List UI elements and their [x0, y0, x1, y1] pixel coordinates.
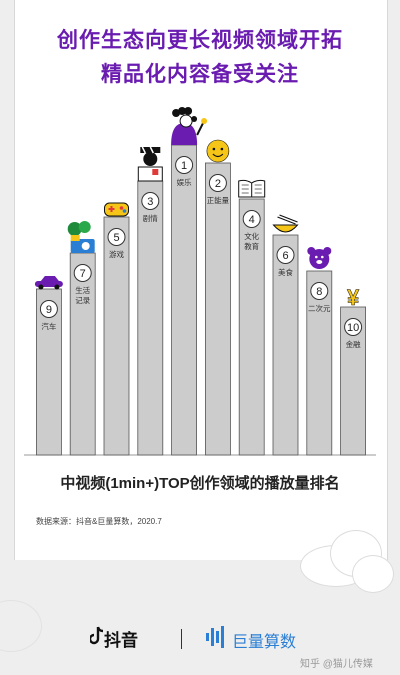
juliang-logo-icon	[206, 626, 224, 648]
bar-5	[171, 144, 198, 456]
category-label: 二次元	[308, 303, 331, 313]
rank-number: 5	[113, 232, 119, 244]
category-label: 美食	[278, 267, 293, 277]
category-label: 生活	[75, 285, 90, 295]
bar-6	[204, 162, 231, 456]
open-book-icon	[238, 179, 266, 198]
gamepad-icon	[104, 202, 129, 217]
category-label: 汽车	[41, 321, 56, 331]
bear-face-icon	[307, 247, 332, 269]
rank-number: 2	[215, 178, 221, 190]
category-label: 金融	[346, 339, 361, 349]
singer-microphone-icon	[171, 107, 208, 145]
rank-number: 8	[316, 286, 322, 298]
rank-number: 10	[347, 322, 359, 334]
svg-text:¥: ¥	[347, 285, 360, 310]
douyin-brand: 抖音	[104, 631, 138, 650]
source-note: 数据来源：抖音&巨量算数，2020.7	[36, 517, 162, 526]
car-icon	[34, 276, 63, 290]
rank-number: 1	[181, 160, 187, 172]
rank-number: 6	[282, 250, 288, 262]
category-label: 记录	[75, 296, 90, 305]
juliang-brand: 巨量算数	[232, 634, 297, 651]
plant-camera-icon	[67, 221, 95, 253]
smiley-icon	[206, 139, 230, 163]
rank-number: 7	[80, 268, 86, 280]
chart-title: 中视频(1min+)TOP创作领域的播放量排名	[60, 475, 340, 492]
noodle-bowl-icon	[272, 214, 299, 233]
douyin-logo-icon	[90, 626, 104, 645]
category-label: 教育	[244, 241, 259, 251]
category-label: 文化	[244, 231, 259, 241]
yen-coin-icon: ¥	[347, 285, 361, 311]
rank-number: 3	[147, 196, 153, 208]
category-label: 娱乐	[177, 177, 192, 187]
watermark: 知乎 @猫儿传媒	[300, 659, 373, 670]
rank-number: 4	[249, 214, 255, 226]
footer-divider	[181, 629, 182, 649]
film-director-icon	[137, 146, 163, 182]
bar-2	[69, 252, 96, 456]
category-label: 游戏	[109, 249, 124, 259]
rank-number: 9	[46, 304, 52, 316]
category-label: 剧情	[143, 213, 158, 223]
cloud-decoration	[352, 555, 394, 593]
category-label: 正能量	[207, 195, 230, 205]
